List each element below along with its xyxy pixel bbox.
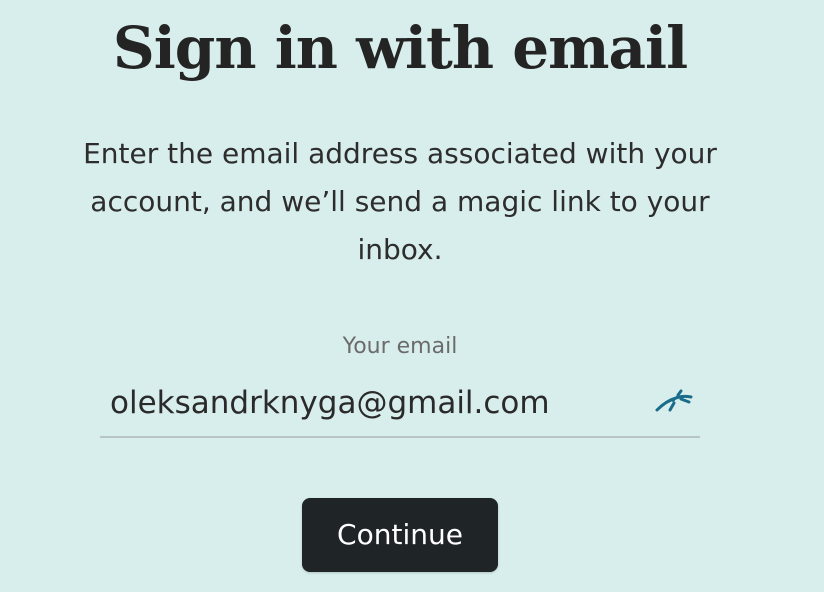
page-title: Sign in with email [112, 14, 688, 82]
email-field-container[interactable] [100, 380, 700, 438]
password-manager-autofill-icon[interactable] [654, 388, 694, 416]
password-manager-autofill-icon-graphic [655, 389, 693, 412]
sign-in-description: Enter the email address associated with … [83, 137, 717, 266]
email-label: Your email [342, 334, 458, 359]
continue-button[interactable]: Continue [302, 498, 498, 572]
sign-in-page: Sign in with email Enter the email addre… [0, 0, 824, 592]
email-input[interactable] [100, 380, 630, 426]
